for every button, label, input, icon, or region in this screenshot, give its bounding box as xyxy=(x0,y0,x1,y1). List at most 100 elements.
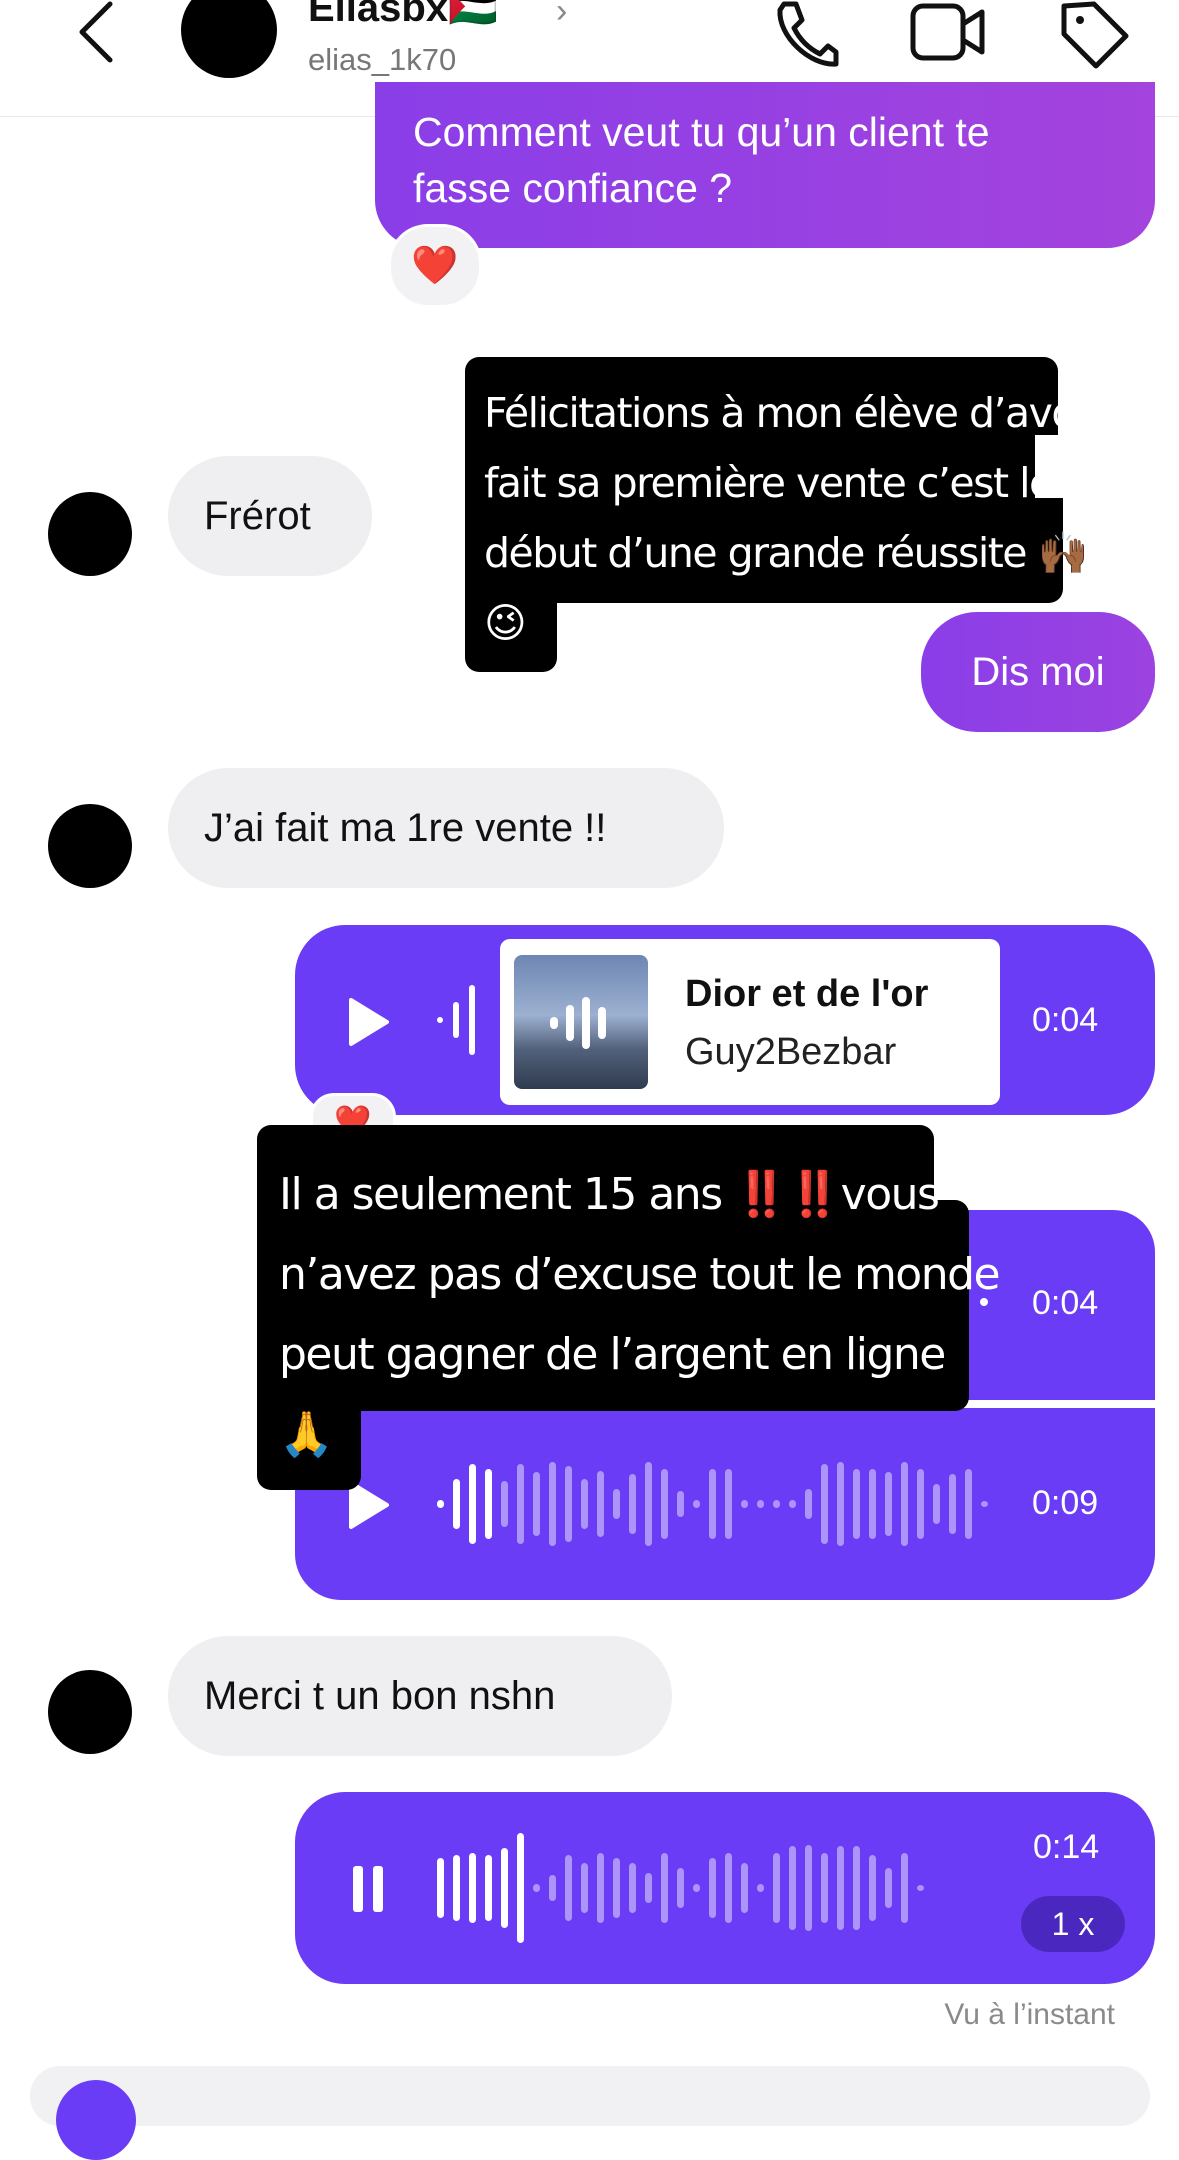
music-card[interactable]: Dior et de l'or Guy2Bezbar xyxy=(500,939,1000,1105)
waveform-bar xyxy=(549,1875,556,1901)
contact-name[interactable]: Eliasbx🇵🇸 xyxy=(308,0,498,31)
waveform-bar xyxy=(741,1500,748,1508)
waveform-bar xyxy=(949,1474,956,1534)
waveform-bar xyxy=(677,1868,684,1908)
play-icon[interactable] xyxy=(347,997,391,1047)
contact-username: elias_1k70 xyxy=(308,42,457,77)
sender-avatar[interactable] xyxy=(48,804,132,888)
waveform-bar xyxy=(629,1474,636,1534)
waveform-bar xyxy=(501,1848,508,1928)
voice-duration: 0:09 xyxy=(1032,1484,1099,1522)
waveform-bar xyxy=(837,1846,844,1930)
waveform-bar xyxy=(933,1484,940,1524)
voice-duration: 0:04 xyxy=(1032,1284,1099,1322)
waveform-bar xyxy=(517,1833,524,1943)
age-caption: Il a seulement 15 ans ‼️‼️vous n’avez pa… xyxy=(279,1169,1001,1460)
waveform-bar xyxy=(885,1868,892,1908)
waveform-bar xyxy=(677,1491,684,1517)
waveform-bar xyxy=(581,1479,588,1529)
waveform-bar xyxy=(485,1855,492,1921)
waveform-bar xyxy=(853,1469,860,1539)
waveform-bar xyxy=(709,1858,716,1918)
waveform-bar xyxy=(805,1489,812,1519)
waveform-icon xyxy=(437,1833,924,1943)
voice-message-playing[interactable]: 0:14 1 x xyxy=(295,1792,1155,1984)
waveform-bar xyxy=(629,1863,636,1913)
incoming-message[interactable]: J’ai fait ma 1re vente !! xyxy=(168,768,724,888)
pause-icon[interactable] xyxy=(351,1864,385,1914)
outgoing-message[interactable]: Comment veut tu qu’un client te fasse con… xyxy=(375,82,1155,248)
waveform-bar xyxy=(645,1873,652,1903)
contact-avatar[interactable] xyxy=(181,0,277,78)
waveform-bar xyxy=(741,1863,748,1913)
waveform-bar xyxy=(437,1500,444,1508)
song-title: Dior et de l'or xyxy=(685,973,929,1015)
waveform-bar xyxy=(789,1500,796,1508)
waveform-bar xyxy=(917,1885,924,1891)
waveform-bar xyxy=(469,1853,476,1923)
waveform-icon xyxy=(437,985,475,1055)
waveform-bar xyxy=(725,1469,732,1539)
waveform-bar xyxy=(565,1855,572,1921)
waveform-bar xyxy=(485,1469,492,1539)
video-call-icon[interactable] xyxy=(910,0,986,66)
waveform-bar xyxy=(437,1858,444,1918)
incoming-message[interactable]: Merci t un bon nshn xyxy=(168,1636,672,1756)
waveform-bar xyxy=(725,1853,732,1923)
waveform-bar xyxy=(613,1858,620,1918)
waveform-bar xyxy=(869,1855,876,1921)
seen-status: Vu à l’instant xyxy=(944,1998,1115,2031)
voice-duration: 0:14 xyxy=(1033,1828,1100,1866)
waveform-bar xyxy=(533,1472,540,1536)
waveform-icon xyxy=(550,997,606,1049)
waveform-bar xyxy=(469,1464,476,1544)
chevron-right-icon[interactable]: › xyxy=(556,0,567,31)
waveform-bar xyxy=(597,1853,604,1923)
waveform-bar xyxy=(805,1845,812,1931)
song-artist: Guy2Bezbar xyxy=(685,1031,897,1073)
waveform-bar xyxy=(661,1469,668,1539)
waveform-bar xyxy=(853,1846,860,1930)
waveform-bar xyxy=(773,1500,780,1508)
waveform-bar xyxy=(533,1884,540,1892)
waveform-bar xyxy=(821,1464,828,1544)
message-composer[interactable] xyxy=(30,2066,1150,2126)
waveform-bar xyxy=(821,1853,828,1923)
back-chevron-icon[interactable] xyxy=(72,0,122,70)
album-cover xyxy=(514,955,648,1089)
waveform-bar xyxy=(613,1489,620,1519)
waveform-bar xyxy=(693,1500,700,1508)
waveform-bar xyxy=(661,1853,668,1923)
waveform-bar xyxy=(773,1853,780,1923)
music-voice-message[interactable]: Dior et de l'or Guy2Bezbar 0:04 xyxy=(295,925,1155,1115)
waveform-bar xyxy=(565,1466,572,1542)
waveform-bar xyxy=(789,1846,796,1930)
waveform-bar xyxy=(517,1464,524,1544)
sender-avatar[interactable] xyxy=(48,1670,132,1754)
waveform-bar xyxy=(917,1469,924,1539)
voice-duration: 0:04 xyxy=(1032,1001,1099,1039)
waveform-bar xyxy=(757,1500,764,1508)
waveform-bar xyxy=(709,1469,716,1539)
heart-reaction[interactable]: ❤️ xyxy=(388,224,482,308)
waveform-bar xyxy=(501,1481,508,1527)
waveform-bar xyxy=(965,1469,972,1539)
waveform-bar xyxy=(981,1501,988,1507)
waveform-bar xyxy=(757,1884,764,1892)
waveform-bar xyxy=(581,1863,588,1913)
waveform-bar xyxy=(869,1469,876,1539)
waveform-bar xyxy=(453,1855,460,1921)
camera-button[interactable] xyxy=(56,2080,136,2160)
playback-speed-button[interactable]: 1 x xyxy=(1021,1896,1125,1952)
waveform-bar xyxy=(453,1479,460,1529)
tag-icon[interactable] xyxy=(1058,0,1130,72)
waveform-bar xyxy=(693,1884,700,1892)
phone-icon[interactable] xyxy=(770,0,840,70)
outgoing-message[interactable]: Dis moi xyxy=(921,612,1155,732)
waveform-bar xyxy=(597,1471,604,1537)
incoming-message[interactable]: Frérot xyxy=(168,456,372,576)
waveform-bar xyxy=(901,1853,908,1923)
waveform-bar xyxy=(885,1472,892,1536)
sender-avatar[interactable] xyxy=(48,492,132,576)
heart-icon: ❤️ xyxy=(411,245,459,287)
